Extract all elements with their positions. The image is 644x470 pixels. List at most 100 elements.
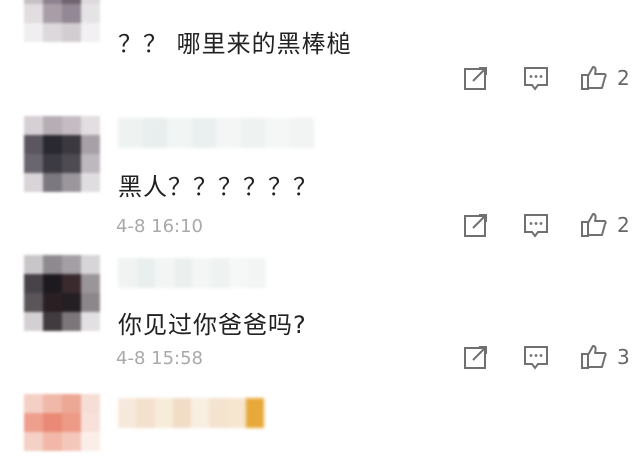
username-pixel	[172, 398, 191, 428]
avatar-pixel	[24, 394, 43, 413]
avatar-pixel	[24, 154, 43, 173]
username-pixel	[216, 118, 241, 148]
avatar-pixel	[24, 274, 43, 293]
avatar-pixel	[43, 394, 62, 413]
avatar-pixel	[24, 432, 43, 451]
reply-button[interactable]	[522, 343, 554, 375]
avatar-pixel	[43, 23, 62, 42]
username-pixel	[167, 118, 192, 148]
like-count: 2	[617, 213, 630, 237]
avatar-pixel	[43, 293, 62, 312]
avatar[interactable]	[24, 116, 100, 192]
username[interactable]	[118, 118, 314, 148]
username-pixel	[192, 258, 211, 288]
avatar-pixel	[24, 312, 43, 331]
like-button[interactable]	[580, 343, 612, 375]
avatar-pixel	[24, 116, 43, 135]
thumbs-up-icon	[581, 66, 607, 90]
username-pixel	[227, 398, 246, 428]
comment-text: 你见过你爸爸吗?	[118, 311, 307, 339]
like-button[interactable]	[580, 211, 612, 243]
username-pixel	[155, 258, 174, 288]
username-pixel	[191, 118, 216, 148]
username-pixel	[173, 258, 192, 288]
username-pixel	[136, 258, 155, 288]
avatar-pixel	[62, 413, 81, 432]
username-pixel	[118, 398, 137, 428]
avatar-pixel	[62, 116, 81, 135]
username-pixel	[209, 398, 228, 428]
avatar-pixel	[81, 451, 100, 470]
avatar-pixel	[62, 255, 81, 274]
avatar-pixel	[62, 173, 81, 192]
reply-button[interactable]	[522, 211, 554, 243]
share-button[interactable]	[462, 343, 494, 375]
like-button[interactable]	[580, 64, 612, 96]
thumbs-up-icon	[581, 213, 607, 237]
avatar-pixel	[43, 173, 62, 192]
timestamp: 4-8 15:58	[116, 348, 203, 369]
avatar-pixel	[24, 451, 43, 470]
comment-icon	[524, 214, 548, 238]
username-pixel	[118, 118, 143, 148]
username-pixel	[245, 398, 264, 428]
avatar-pixel	[62, 432, 81, 451]
username[interactable]	[118, 398, 264, 428]
like-count: 2	[617, 66, 630, 90]
avatar-pixel	[24, 4, 43, 23]
avatar-pixel	[81, 154, 100, 173]
avatar-pixel	[43, 116, 62, 135]
avatar[interactable]	[24, 394, 100, 470]
share-icon	[464, 346, 487, 369]
avatar-pixel	[43, 274, 62, 293]
username-pixel	[154, 398, 173, 428]
avatar-pixel	[81, 173, 100, 192]
avatar-pixel	[81, 432, 100, 451]
username-pixel	[247, 258, 266, 288]
username-pixel	[240, 118, 265, 148]
avatar-pixel	[43, 312, 62, 331]
avatar-pixel	[81, 312, 100, 331]
avatar-pixel	[62, 23, 81, 42]
comment-actions: 3	[462, 343, 644, 375]
username[interactable]	[118, 258, 266, 288]
avatar-pixel	[24, 135, 43, 154]
avatar-pixel	[43, 413, 62, 432]
username-pixel	[118, 258, 137, 288]
reply-button[interactable]	[522, 64, 554, 96]
username-pixel	[265, 118, 290, 148]
avatar-pixel	[43, 255, 62, 274]
share-button[interactable]	[462, 64, 494, 96]
share-icon	[464, 214, 487, 237]
avatar-pixel	[43, 451, 62, 470]
username-pixel	[142, 118, 167, 148]
avatar[interactable]	[24, 255, 100, 331]
username-pixel	[229, 258, 248, 288]
username-pixel	[136, 398, 155, 428]
thumbs-up-icon	[581, 345, 607, 369]
avatar-pixel	[24, 293, 43, 312]
avatar-pixel	[43, 154, 62, 173]
comment-actions: 2	[462, 64, 644, 96]
avatar-pixel	[81, 135, 100, 154]
avatar-pixel	[43, 135, 62, 154]
avatar-pixel	[81, 293, 100, 312]
avatar-pixel	[24, 23, 43, 42]
avatar-pixel	[43, 4, 62, 23]
username-pixel	[210, 258, 229, 288]
comment-text: 黑人？？？？？？	[118, 173, 318, 201]
avatar-pixel	[24, 173, 43, 192]
avatar-pixel	[81, 4, 100, 23]
like-count: 3	[617, 345, 630, 369]
avatar-pixel	[81, 116, 100, 135]
share-icon	[464, 67, 487, 90]
share-button[interactable]	[462, 211, 494, 243]
avatar-pixel	[62, 274, 81, 293]
avatar-pixel	[24, 255, 43, 274]
avatar[interactable]	[24, 0, 100, 42]
avatar-pixel	[81, 274, 100, 293]
timestamp: 4-8 16:10	[116, 216, 203, 237]
comment-actions: 2	[462, 211, 644, 243]
avatar-pixel	[62, 394, 81, 413]
username-pixel	[191, 398, 210, 428]
